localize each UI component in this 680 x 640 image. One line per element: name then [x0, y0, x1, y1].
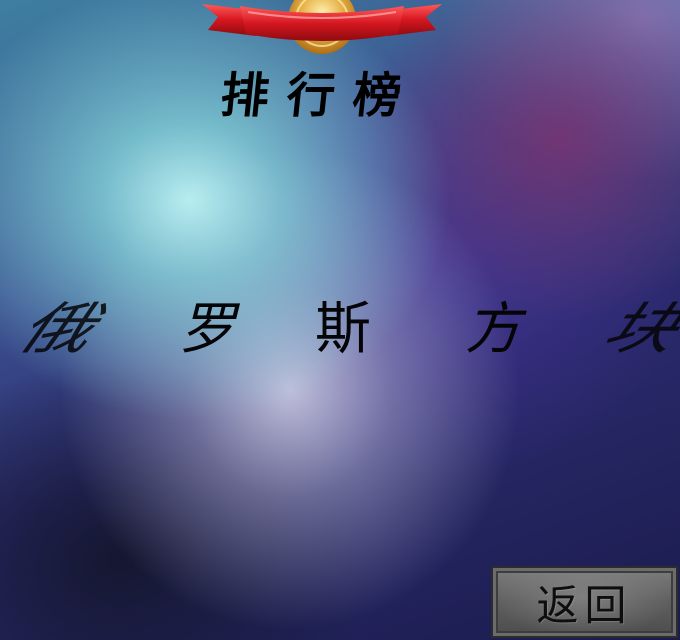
medal-ribbon-icon: [202, 0, 442, 54]
game-name-row: 俄 罗 斯 方 块: [0, 290, 680, 370]
back-button[interactable]: 返回: [491, 566, 678, 638]
game-name-char: 罗: [179, 297, 235, 362]
game-screen: 排行榜 俄 罗 斯 方 块 返回: [0, 0, 680, 640]
leaderboard-title: 排行榜: [218, 68, 422, 124]
back-button-label: 返回: [536, 580, 633, 630]
game-name-char: 俄: [9, 297, 106, 362]
game-name-char: 斯: [315, 297, 371, 362]
game-name-char: 块: [593, 297, 680, 362]
game-name-char: 方: [465, 297, 521, 362]
